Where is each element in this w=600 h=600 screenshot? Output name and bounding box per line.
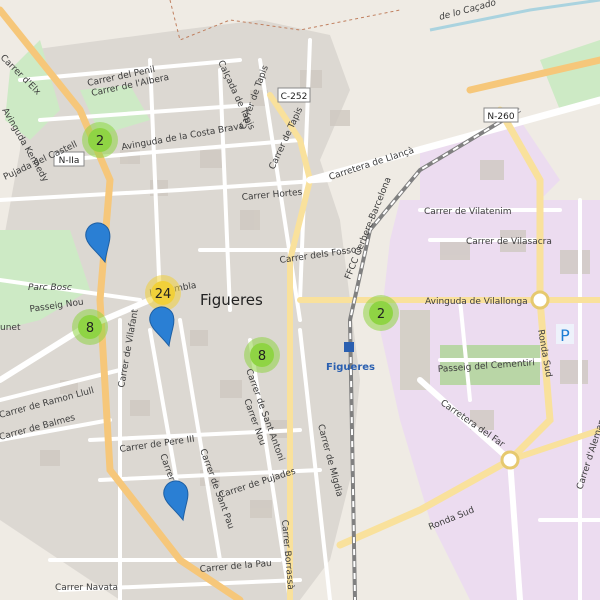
- parking-icon: P: [556, 324, 574, 345]
- station-name: Figueres: [326, 362, 375, 373]
- cluster-count: 2: [96, 134, 104, 149]
- shield-n2a: N-IIa: [59, 156, 80, 166]
- label-villalonga: Avinguda de Vilallonga: [425, 297, 528, 307]
- map-canvas[interactable]: C-252 N-IIa N-260 Carrer del Penil Carre…: [0, 0, 600, 600]
- label-vilatenim: Carrer de Vilatenim: [424, 207, 512, 217]
- cluster-count: 24: [155, 287, 172, 302]
- svg-text:P: P: [560, 326, 570, 345]
- cluster-marker[interactable]: 24: [145, 275, 181, 311]
- cluster-count: 2: [377, 307, 385, 322]
- label-navata: Carrer Navata: [55, 583, 118, 593]
- shield-n260: N-260: [487, 112, 514, 122]
- label-unet: unet: [0, 323, 21, 333]
- cluster-marker[interactable]: 2: [363, 295, 399, 331]
- label-park: Parc Bosc: [28, 283, 72, 293]
- label-vilasacra: Carrer de Vilasacra: [466, 237, 552, 247]
- cluster-count: 8: [86, 321, 94, 336]
- shield-c252: C-252: [281, 92, 308, 102]
- map-view[interactable]: C-252 N-IIa N-260 Carrer del Penil Carre…: [0, 0, 600, 600]
- cluster-marker[interactable]: 8: [72, 309, 108, 345]
- cluster-count: 8: [258, 349, 266, 364]
- cluster-marker[interactable]: 2: [82, 122, 118, 158]
- cluster-marker[interactable]: 8: [244, 337, 280, 373]
- city-name: Figueres: [200, 291, 263, 309]
